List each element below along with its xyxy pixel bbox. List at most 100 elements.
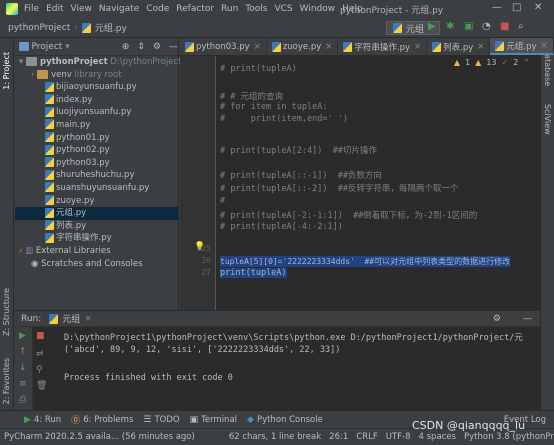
stop-icon[interactable]: ■ <box>36 331 45 341</box>
tab-zuoye[interactable]: zuoye.py × <box>267 38 339 55</box>
maximize-icon[interactable]: □ <box>512 2 521 13</box>
inspection-widget[interactable]: ▲ 1 ▲ 13 ✓ 2 ⌃ <box>454 58 530 67</box>
code-line: # print(tupleA[::-2]) ##反转字符串，每隔两个取一个 <box>220 184 459 194</box>
stop-icon[interactable]: ■ <box>500 21 509 32</box>
chevron-down-icon[interactable]: ▾ <box>65 42 70 52</box>
tool-window-problems[interactable]: ⓪ 6: Problems <box>71 413 133 427</box>
breadcrumb-project[interactable]: pythonProject <box>8 23 70 33</box>
tree-item-file[interactable]: 列表.py <box>15 220 178 233</box>
scroll-down-icon[interactable]: ↓ <box>19 363 27 373</box>
tree-item-scratches[interactable]: ◉ Scratches and Consoles <box>15 258 178 271</box>
debug-icon[interactable]: ✱ <box>446 21 454 32</box>
project-tool-button[interactable]: 1: Project <box>2 52 11 90</box>
library-icon: ▥ <box>25 245 34 256</box>
hide-panel-icon[interactable]: — <box>523 314 532 324</box>
trash-icon[interactable]: 🗑 <box>36 381 47 391</box>
close-icon[interactable]: ✕ <box>534 2 542 13</box>
tree-item-file-selected[interactable]: 元组.py <box>15 207 178 220</box>
favorites-tool-button[interactable]: 2: Favorites <box>2 358 11 404</box>
status-line-separator[interactable]: CRLF <box>356 432 377 442</box>
line-number-gutter: 25 26 27 💡 <box>180 56 216 310</box>
run-console[interactable]: D:\pythonProject1\pythonProject\venv\Scr… <box>15 327 540 410</box>
menu-view[interactable]: View <box>71 4 92 14</box>
tree-item-file[interactable]: 字符串操作.py <box>15 232 178 245</box>
python-console-icon: ◆ <box>247 414 254 425</box>
python-file-icon <box>45 119 54 130</box>
menu-window[interactable]: Window <box>300 4 336 14</box>
tree-item-file[interactable]: python01.py <box>15 132 178 145</box>
tree-item-project-root[interactable]: ▾ pythonProject D:\pythonProject1\p <box>15 56 195 69</box>
lightbulb-icon[interactable]: 💡 <box>194 242 205 252</box>
close-tab-icon[interactable]: × <box>414 42 421 52</box>
tool-window-run[interactable]: ▶ 4: Run <box>24 415 61 425</box>
file-label: suanshuyunsuanfu.py <box>56 182 150 193</box>
menu-edit[interactable]: Edit <box>46 4 63 14</box>
tree-item-file[interactable]: suanshuyunsuanfu.py <box>15 182 178 195</box>
status-message[interactable]: PyCharm 2020.2.5 availa... (56 minutes a… <box>4 432 195 442</box>
tree-item-file[interactable]: python03.py <box>15 157 178 170</box>
sciview-tool-button[interactable]: SciView <box>543 104 552 135</box>
tree-item-file[interactable]: index.py <box>15 94 178 107</box>
menu-navigate[interactable]: Navigate <box>99 4 139 14</box>
tree-item-file[interactable]: python02.py <box>15 144 178 157</box>
soft-wrap-icon[interactable]: ≡ <box>19 379 27 389</box>
locate-file-icon[interactable]: ⊕ <box>122 42 130 52</box>
close-tab-icon[interactable]: × <box>84 314 92 324</box>
status-caret-position[interactable]: 26:1 <box>329 432 348 442</box>
tree-item-file[interactable]: luojiyunsuanfu.py <box>15 106 178 119</box>
wrap-icon[interactable]: ⇌ <box>36 349 44 359</box>
close-tab-icon[interactable]: × <box>541 41 548 51</box>
profile-icon[interactable]: ◔ <box>482 21 491 32</box>
file-label: main.py <box>56 119 91 130</box>
menu-code[interactable]: Code <box>146 4 169 14</box>
close-tab-icon[interactable]: × <box>254 42 261 52</box>
run-tab-label[interactable]: 元组 <box>62 312 80 325</box>
menu-vcs[interactable]: VCS <box>274 4 292 14</box>
tool-window-python-console[interactable]: ◆ Python Console <box>247 415 323 425</box>
menu-run[interactable]: Run <box>221 4 238 14</box>
search-icon[interactable]: ⌕ <box>518 21 524 32</box>
close-tab-icon[interactable]: × <box>325 42 332 52</box>
collapse-all-icon[interactable]: ⇕ <box>137 42 145 52</box>
pin-icon[interactable]: ⚲ <box>36 365 43 375</box>
status-indent[interactable]: 4 spaces <box>419 432 456 442</box>
gear-icon[interactable]: ⚙ <box>153 42 161 52</box>
hide-panel-icon[interactable]: — <box>169 42 178 52</box>
tree-item-file[interactable]: zuoye.py <box>15 195 178 208</box>
structure-tool-button[interactable]: Z: Structure <box>2 288 11 336</box>
tool-window-terminal[interactable]: ▣ Terminal <box>190 415 237 425</box>
tab-list[interactable]: 列表.py × <box>427 38 491 55</box>
breadcrumb-file[interactable]: 元组.py <box>95 21 127 34</box>
minimize-icon[interactable]: — <box>492 2 502 13</box>
tree-item-venv[interactable]: › venv library root <box>15 69 178 82</box>
python-file-icon <box>343 41 353 52</box>
status-interpreter[interactable]: Python 3.8 (pythonProject) <box>464 432 554 442</box>
status-encoding[interactable]: UTF-8 <box>386 432 411 442</box>
tab-tuple[interactable]: 元组.py × <box>490 38 554 55</box>
code-editor[interactable]: 25 26 27 💡 ▲ 1 ▲ 13 ✓ 2 ⌃ # print(tupleA) #… <box>180 56 540 310</box>
tab-label: 字符串操作.py <box>354 42 411 53</box>
menu-tools[interactable]: Tools <box>245 4 267 14</box>
tool-window-label: 4: Run <box>33 414 62 425</box>
breadcrumb-separator-icon: › <box>74 22 78 33</box>
print-icon[interactable]: ⎙ <box>19 395 26 405</box>
tab-string-ops[interactable]: 字符串操作.py × <box>338 38 428 55</box>
tree-item-file[interactable]: shuruheshuchu.py <box>15 169 178 182</box>
menu-refactor[interactable]: Refactor <box>176 4 214 14</box>
coverage-icon[interactable]: ▣ <box>464 21 473 32</box>
tree-item-file[interactable]: bijiaoyunsuanfu.py <box>15 81 178 94</box>
rerun-icon[interactable]: ▶ <box>19 331 26 341</box>
file-label: 元组.py <box>56 208 87 219</box>
project-panel-title[interactable]: Project <box>32 42 63 52</box>
tree-item-file[interactable]: main.py <box>15 119 178 132</box>
gear-icon[interactable]: ⚙ <box>493 314 501 324</box>
scroll-up-icon[interactable]: ↑ <box>19 347 27 357</box>
tool-window-todo[interactable]: ☰ TODO <box>143 415 179 425</box>
tree-item-external-libraries[interactable]: › ▥ External Libraries <box>15 245 178 258</box>
tool-window-label: Terminal <box>201 414 238 425</box>
menu-file[interactable]: File <box>24 4 39 14</box>
tab-python03[interactable]: python03.py × <box>180 38 267 55</box>
run-icon[interactable]: ▶ <box>428 21 436 32</box>
file-label: python02.py <box>56 145 110 156</box>
close-tab-icon[interactable]: × <box>477 42 484 52</box>
